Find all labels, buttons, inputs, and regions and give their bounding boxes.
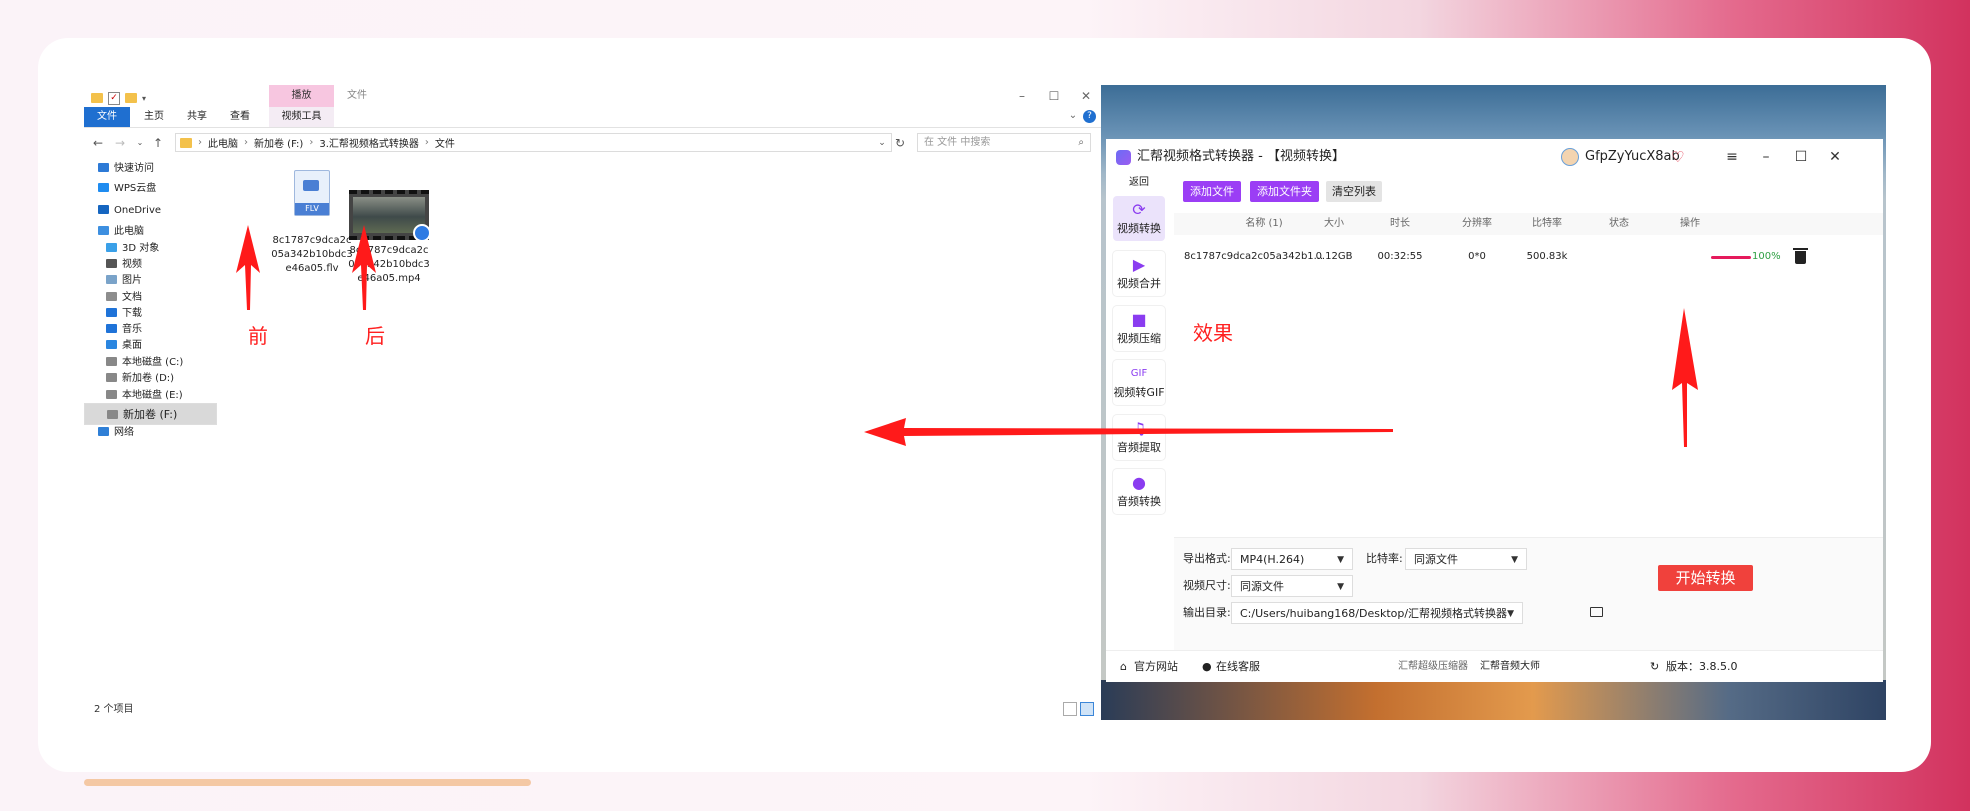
- arrow-up-after: [352, 225, 376, 310]
- arrow-up-before: [236, 225, 260, 310]
- annotation-arrows: [236, 225, 1698, 447]
- screenshot-stage: ✓ ▾ 播放 文件 – ☐ ✕ 文件 主页 共享 查看 视频工具 ⌄ ? ← →…: [84, 85, 1886, 720]
- progress-strip: [84, 779, 531, 786]
- arrow-left-effect: [864, 418, 1393, 446]
- arrow-up-status: [1672, 308, 1698, 447]
